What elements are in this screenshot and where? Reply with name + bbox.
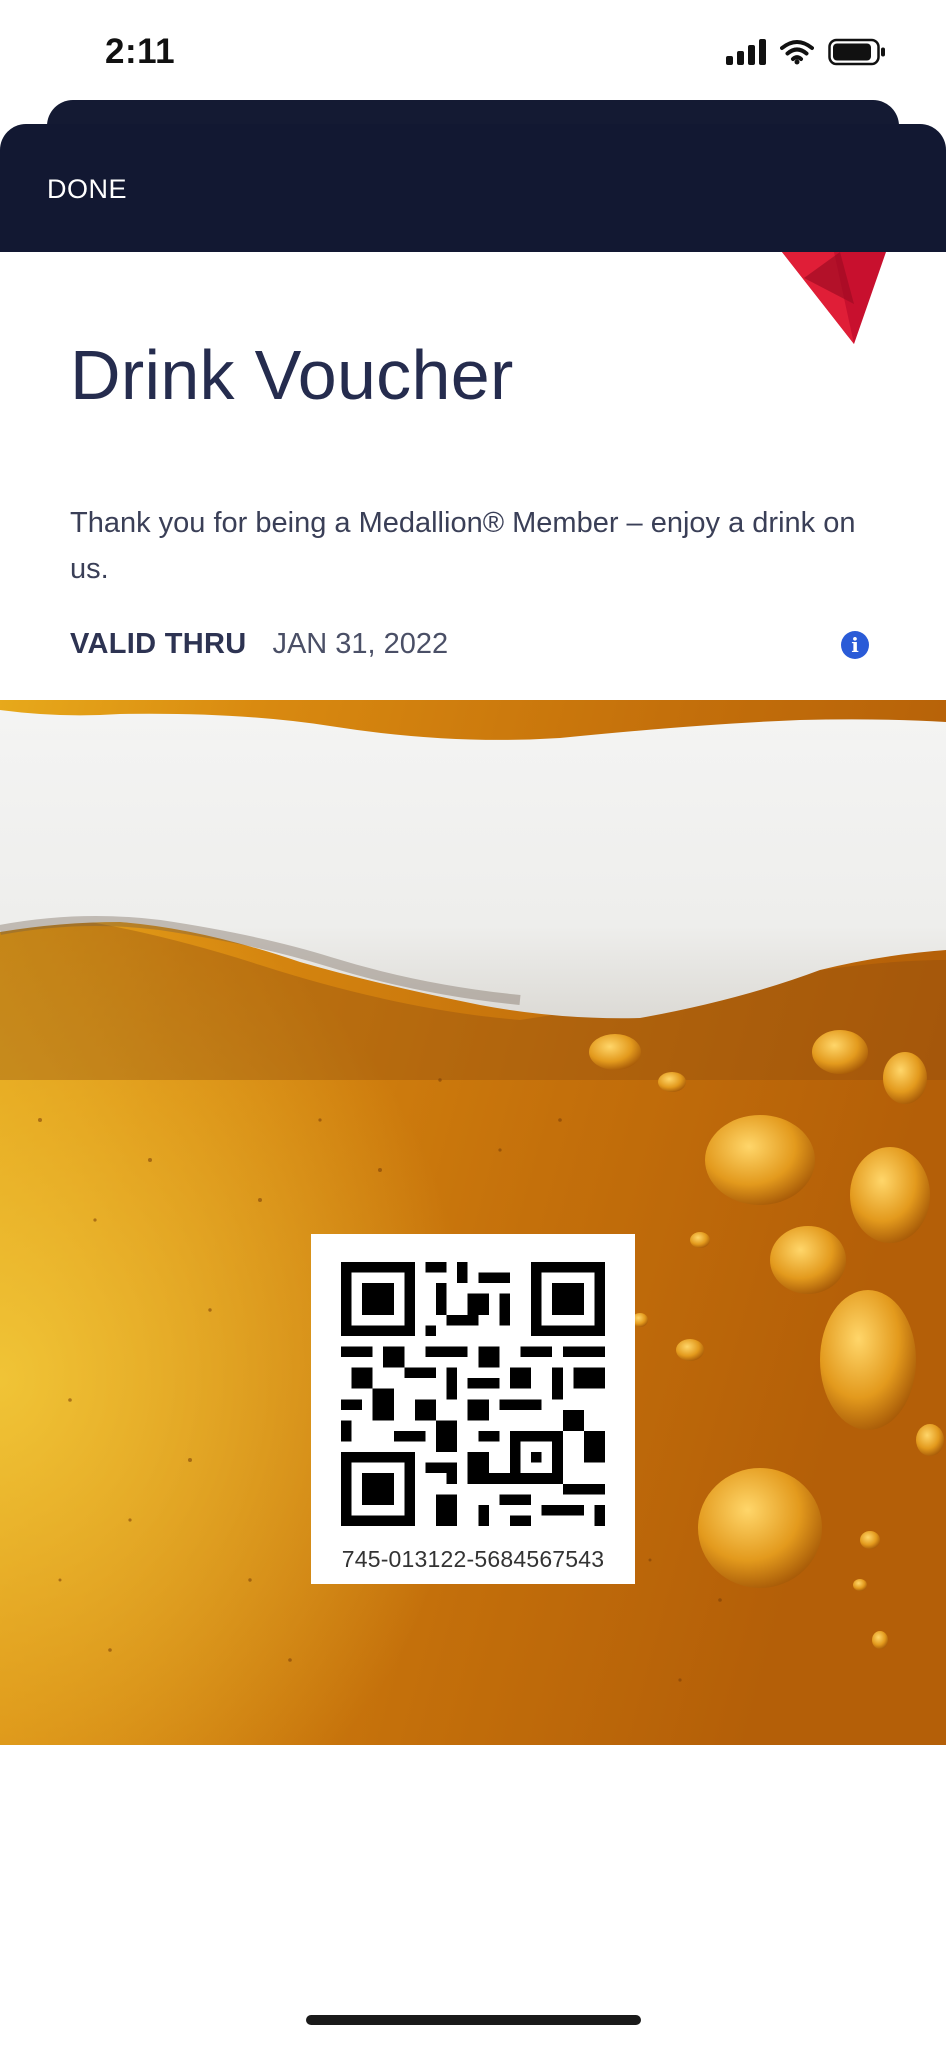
battery-icon [828, 38, 885, 66]
cellular-signal-icon [726, 39, 766, 65]
voucher-code: 745-013122-5684567543 [341, 1546, 605, 1572]
home-indicator[interactable] [306, 2015, 641, 2025]
done-button[interactable]: DONE [47, 174, 127, 205]
qr-code-icon [341, 1262, 605, 1526]
beer-background-image [0, 700, 946, 1745]
page-title: Drink Voucher [70, 336, 514, 414]
delta-widget-logo [782, 252, 886, 344]
info-icon[interactable]: i [841, 631, 869, 659]
status-bar: 2:11 [0, 0, 946, 100]
valid-thru-label: VALID THRU [70, 628, 247, 660]
valid-thru-row: VALID THRU JAN 31, 2022 [70, 628, 448, 661]
status-time: 2:11 [105, 32, 176, 71]
voucher-description: Thank you for being a Medallion® Member … [70, 507, 856, 585]
modal-header: DONE [0, 124, 946, 252]
status-icons [726, 38, 886, 66]
wifi-icon [780, 40, 814, 65]
valid-thru-date: JAN 31, 2022 [272, 628, 449, 660]
qr-code-card: 745-013122-5684567543 [311, 1234, 635, 1584]
